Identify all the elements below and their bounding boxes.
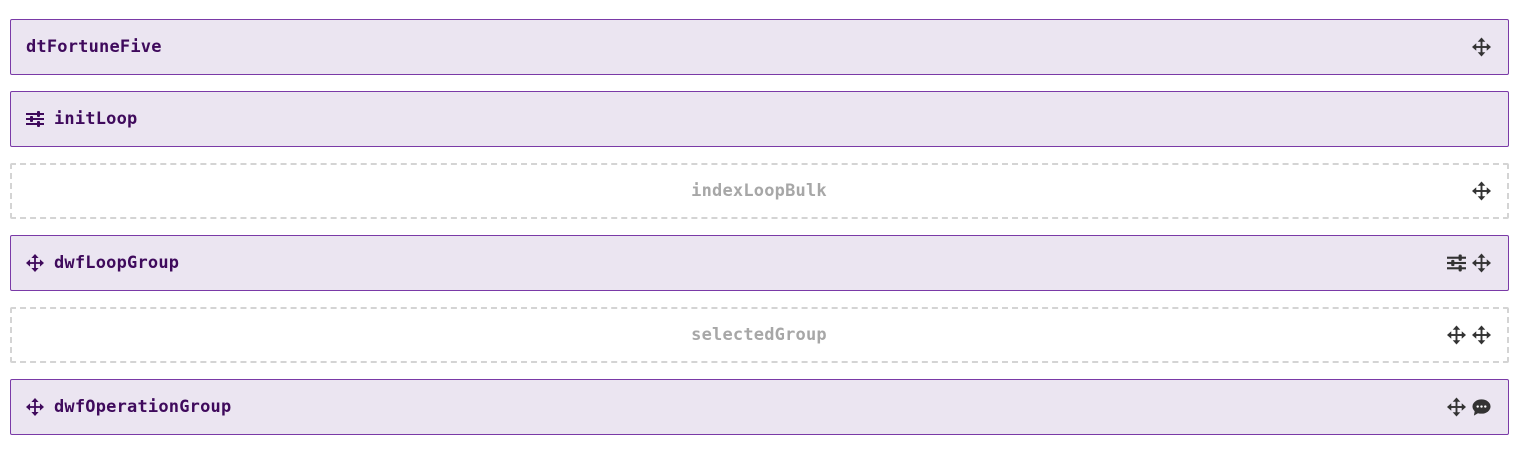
move-icon[interactable] <box>26 254 44 272</box>
group-row-initloop[interactable]: initLoop <box>10 91 1509 147</box>
group-row-dwfloopgroup[interactable]: dwfLoopGroup <box>10 235 1509 291</box>
group-label: initLoop <box>54 109 138 129</box>
sliders-icon[interactable] <box>26 110 44 128</box>
group-row-selectedgroup[interactable]: selectedGroup <box>10 307 1509 363</box>
row-actions <box>1472 37 1491 57</box>
move-icon[interactable] <box>1447 397 1466 417</box>
row-actions <box>1447 325 1491 345</box>
group-row-indexloopbulk[interactable]: indexLoopBulk <box>10 163 1509 219</box>
row-actions <box>1447 397 1491 417</box>
move-icon[interactable] <box>1472 181 1491 201</box>
move-icon[interactable] <box>1472 37 1491 57</box>
group-list: dtFortuneFive initLoop indexLoopBulk dwf… <box>10 19 1509 451</box>
group-row-dwfoperationgroup[interactable]: dwfOperationGroup <box>10 379 1509 435</box>
move-icon[interactable] <box>1447 325 1466 345</box>
placeholder-label: indexLoopBulk <box>691 181 827 201</box>
sliders-icon[interactable] <box>1447 254 1466 273</box>
group-row-dtfortunefive[interactable]: dtFortuneFive <box>10 19 1509 75</box>
group-label: dwfLoopGroup <box>54 253 180 273</box>
move-icon[interactable] <box>1472 253 1491 273</box>
group-label: dwfOperationGroup <box>54 397 232 417</box>
comment-icon[interactable] <box>1472 398 1491 417</box>
move-icon[interactable] <box>26 398 44 416</box>
group-label: dtFortuneFive <box>26 37 162 57</box>
row-actions <box>1472 181 1491 201</box>
placeholder-label: selectedGroup <box>691 325 827 345</box>
row-actions <box>1447 253 1491 273</box>
move-icon[interactable] <box>1472 325 1491 345</box>
